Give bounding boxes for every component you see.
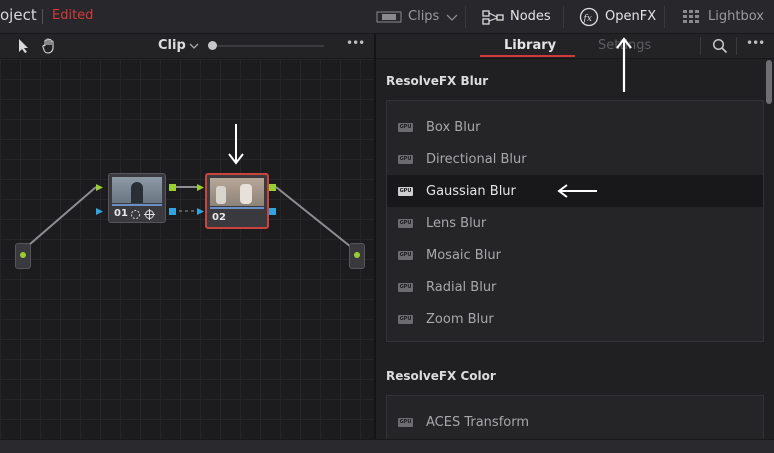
node-thumbnail — [210, 178, 264, 206]
effect-label: Zoom Blur — [426, 311, 494, 327]
effect-label: Directional Blur — [426, 151, 527, 167]
gpu-badge-icon: GPU — [398, 218, 413, 228]
effects-list: GPU Box Blur GPU Directional Blur GPU Gauss… — [386, 100, 764, 342]
nodes-button[interactable]: Nodes — [482, 0, 551, 33]
tab-divider — [736, 37, 737, 55]
node-output-alpha[interactable] — [169, 208, 176, 215]
svg-text:fx: fx — [583, 14, 592, 24]
top-toolbar: oject Edited Clips Nodes fx OpenFX Light… — [0, 0, 774, 34]
source-input-connector[interactable] — [15, 243, 31, 269]
output-connector[interactable] — [349, 243, 365, 269]
annotation-arrow-down-icon — [228, 124, 244, 165]
gpu-badge-icon: GPU — [398, 417, 413, 427]
node-tracker-icons — [131, 209, 155, 220]
effect-zoom-blur[interactable]: GPU Zoom Blur — [387, 303, 763, 335]
category-title: ResolveFX Blur — [386, 74, 489, 88]
effect-lens-blur[interactable]: GPU Lens Blur — [387, 207, 763, 239]
effect-label: Gaussian Blur — [426, 183, 516, 199]
effect-box-blur[interactable]: GPU Box Blur — [387, 111, 763, 143]
tab-library[interactable]: Library — [504, 38, 556, 53]
effect-directional-blur[interactable]: GPU Directional Blur — [387, 143, 763, 175]
node-graph[interactable]: 01 02 — [0, 59, 374, 439]
hand-icon[interactable] — [41, 37, 57, 54]
node-editor-toolbar: Clip ••• — [0, 34, 374, 59]
openfx-panel-tabs: Library Settings ••• — [376, 34, 774, 59]
node-01[interactable]: 01 — [108, 173, 166, 223]
effect-label: Box Blur — [426, 119, 481, 135]
toolbar-divider — [664, 6, 665, 28]
bottom-bar — [0, 439, 774, 453]
nodes-icon — [482, 9, 504, 25]
chevron-down-icon — [446, 14, 458, 21]
node-input-rgb[interactable] — [95, 183, 104, 192]
lightbox-label: Lightbox — [708, 9, 764, 24]
effects-list: GPU ACES Transform — [386, 395, 764, 439]
clips-icon — [376, 11, 402, 22]
node-output-rgb[interactable] — [169, 184, 176, 191]
fx-icon: fx — [579, 7, 599, 26]
node-input-alpha[interactable] — [95, 207, 104, 216]
effect-gaussian-blur[interactable]: GPU Gaussian Blur — [387, 175, 763, 207]
toolbar-divider — [465, 6, 466, 28]
lightbox-icon — [683, 9, 699, 23]
node-thumbnail — [112, 177, 162, 203]
nodes-label: Nodes — [510, 9, 551, 24]
category-title: ResolveFX Color — [386, 369, 496, 383]
gpu-badge-icon: GPU — [398, 282, 413, 292]
node-progress-bar — [210, 207, 264, 209]
node-input-rgb[interactable] — [196, 183, 205, 192]
gpu-badge-icon: GPU — [398, 154, 413, 164]
gpu-badge-icon: GPU — [398, 314, 413, 324]
gpu-badge-icon: GPU — [398, 250, 413, 260]
openfx-label: OpenFX — [605, 9, 657, 24]
search-icon[interactable] — [712, 38, 728, 54]
edited-status: Edited — [52, 8, 94, 23]
project-title: oject — [0, 6, 37, 24]
toolbar-divider — [563, 6, 564, 28]
node-connections — [21, 186, 357, 252]
node-input-alpha[interactable] — [196, 207, 205, 216]
tab-library-underline — [480, 55, 575, 57]
node-label: 01 — [114, 208, 128, 219]
zoom-slider-handle[interactable] — [208, 41, 217, 50]
more-options-button[interactable]: ••• — [346, 36, 365, 50]
title-divider — [42, 9, 43, 24]
chevron-down-icon[interactable] — [188, 42, 200, 51]
node-output-rgb[interactable] — [269, 184, 276, 191]
openfx-library-panel: ResolveFX Blur GPU Box Blur GPU Directiona… — [376, 59, 774, 439]
zoom-slider[interactable] — [212, 45, 324, 47]
openfx-button[interactable]: fx OpenFX — [579, 0, 656, 33]
clip-selector[interactable]: Clip — [158, 38, 186, 53]
node-02[interactable]: 02 — [205, 173, 269, 229]
annotation-arrow-left-icon — [557, 184, 597, 198]
lightbox-button[interactable]: Lightbox — [682, 0, 764, 33]
effect-aces-transform[interactable]: GPU ACES Transform — [387, 406, 763, 438]
tab-divider — [700, 37, 701, 55]
effect-radial-blur[interactable]: GPU Radial Blur — [387, 271, 763, 303]
node-label: 02 — [212, 212, 226, 223]
pointer-icon[interactable] — [17, 38, 29, 54]
effect-label: Mosaic Blur — [426, 247, 501, 263]
effect-mosaic-blur[interactable]: GPU Mosaic Blur — [387, 239, 763, 271]
node-progress-bar — [112, 204, 162, 206]
annotation-arrow-up-icon — [616, 37, 632, 92]
node-output-alpha[interactable] — [269, 208, 276, 215]
effect-label: Lens Blur — [426, 215, 487, 231]
clips-label: Clips — [408, 9, 440, 24]
effect-label: Radial Blur — [426, 279, 497, 295]
clips-button[interactable]: Clips — [376, 0, 465, 33]
library-scrollbar[interactable] — [766, 60, 772, 104]
gpu-badge-icon: GPU — [398, 186, 413, 196]
gpu-badge-icon: GPU — [398, 122, 413, 132]
effect-label: ACES Transform — [426, 414, 530, 430]
panel-more-button[interactable]: ••• — [746, 36, 765, 50]
